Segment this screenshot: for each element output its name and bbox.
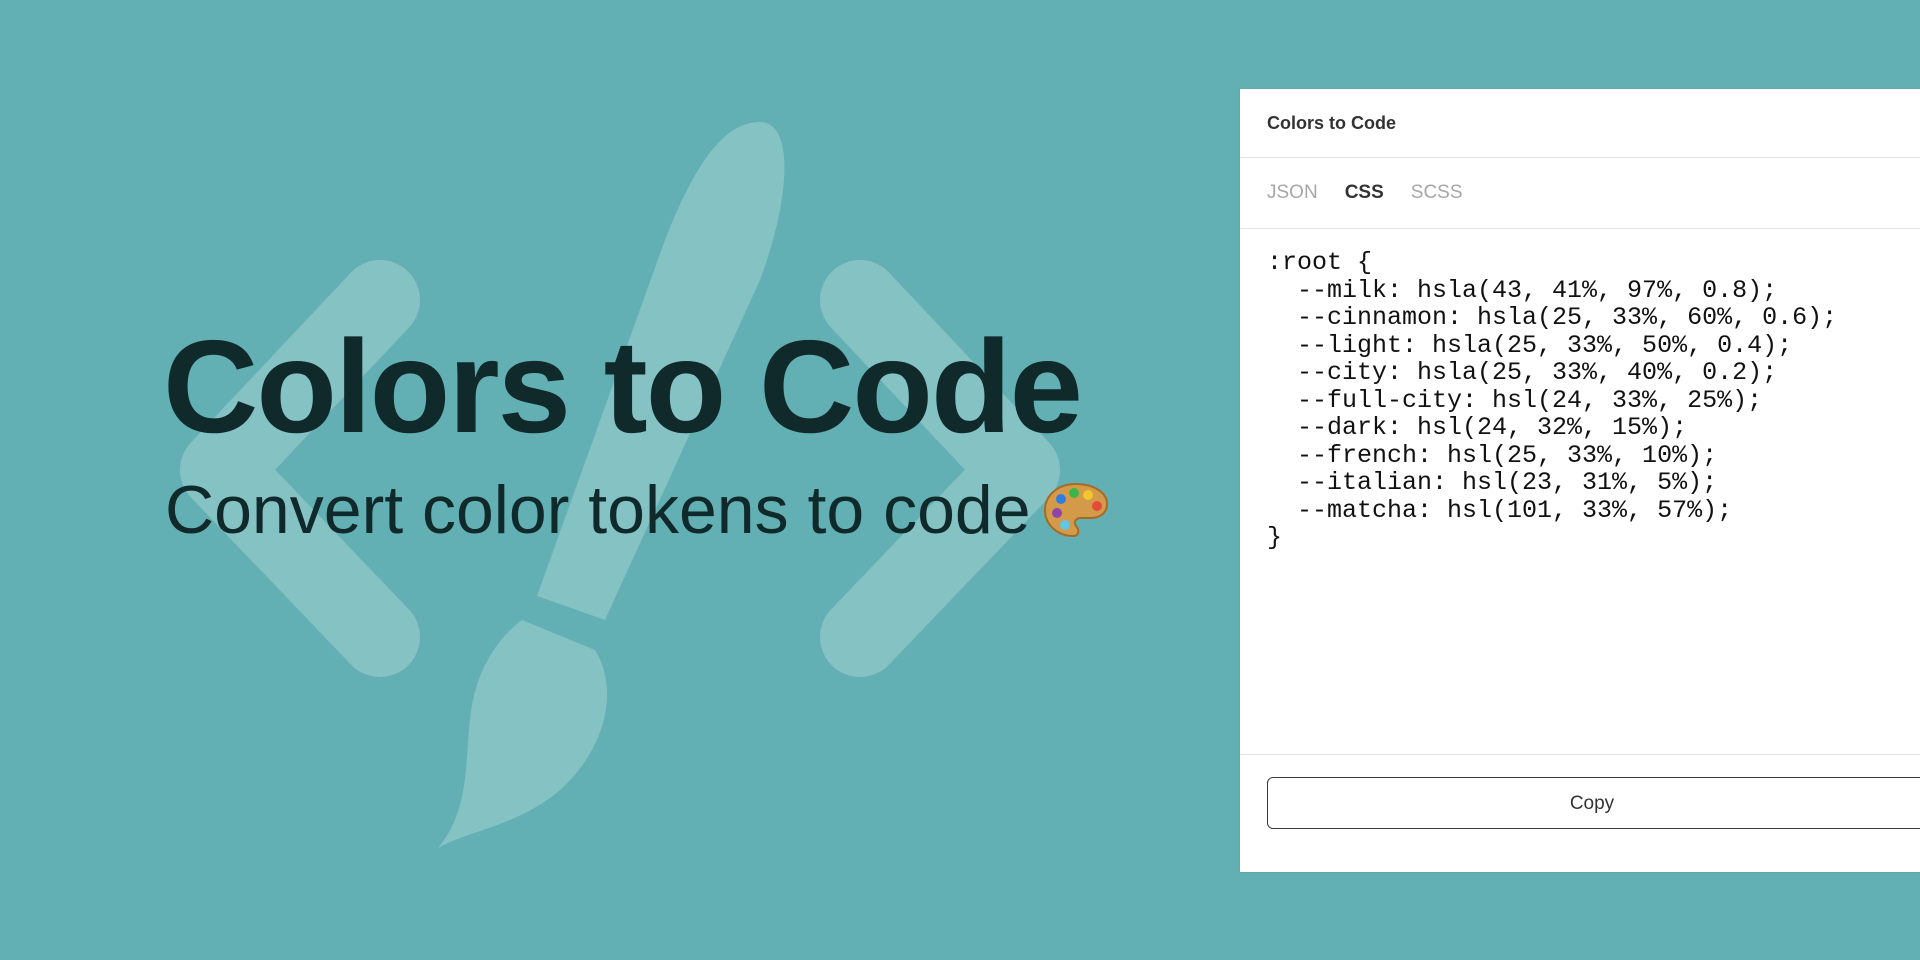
panel-header: Colors to Code	[1240, 89, 1920, 158]
code-line: --cinnamon: hsla(25, 33%, 60%, 0.6);	[1267, 303, 1838, 332]
code-line: --city: hsla(25, 33%, 40%, 0.2);	[1267, 358, 1778, 387]
panel-footer: Copy	[1240, 755, 1920, 829]
code-line: --milk: hsla(43, 41%, 97%, 0.8);	[1267, 275, 1778, 305]
copy-button[interactable]: Copy	[1267, 777, 1920, 829]
code-line: --light: hsla(25, 33%, 50%, 0.4);	[1267, 330, 1793, 360]
panel-title: Colors to Code	[1267, 112, 1396, 133]
code-line: :root {	[1267, 248, 1373, 277]
tab-css[interactable]: CSS	[1345, 182, 1384, 204]
tab-scss[interactable]: SCSS	[1411, 182, 1463, 204]
hero-title: Colors to Code	[163, 313, 1083, 460]
copy-button-label: Copy	[1569, 793, 1615, 814]
code-line: --italian: hsl(23, 31%, 5%);	[1267, 468, 1718, 497]
code-line: --full-city: hsl(24, 33%, 25%);	[1267, 385, 1763, 415]
code-panel: Colors to Code JSON CSS SCSS :root { --m…	[1240, 89, 1920, 872]
hero-subtitle-text: Convert color tokens to code	[165, 471, 1031, 548]
code-line: --french: hsl(25, 33%, 10%);	[1267, 440, 1718, 470]
code-output[interactable]: :root { --milk: hsla(43, 41%, 97%, 0.8);…	[1240, 229, 1920, 755]
code-line: --dark: hsl(24, 32%, 15%);	[1267, 413, 1688, 442]
hero: Colors to Code Convert color tokens to c…	[163, 313, 1109, 554]
artist-palette-icon	[1043, 479, 1109, 554]
format-tabs: JSON CSS SCSS	[1240, 158, 1920, 229]
tab-json[interactable]: JSON	[1267, 182, 1318, 204]
code-line: --matcha: hsl(101, 33%, 57%);	[1267, 495, 1733, 525]
code-line: }	[1267, 523, 1283, 552]
hero-subtitle: Convert color tokens to code	[165, 471, 1109, 554]
